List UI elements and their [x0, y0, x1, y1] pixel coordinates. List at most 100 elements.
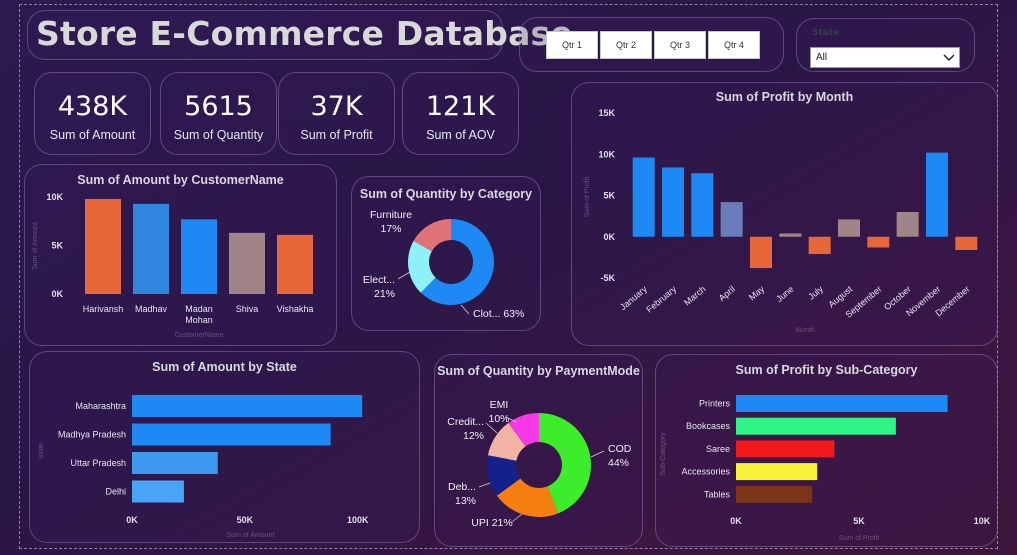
bar	[736, 440, 835, 458]
y-tick-label: 0K	[51, 289, 63, 299]
kpi-card-aov: 121K Sum of AOV	[402, 72, 519, 155]
x-tick-label: Madhav	[135, 304, 168, 314]
dashboard-title: Store E-Commerce Database	[36, 14, 573, 53]
y-axis-label: Sub-Category	[660, 432, 667, 476]
bar	[736, 417, 896, 435]
kpi-card-profit: 37K Sum of Profit	[278, 72, 395, 155]
y-tick-label: -5K	[600, 273, 615, 283]
slice-label: Furniture	[370, 209, 412, 221]
slice-label: Clot... 63%	[473, 308, 524, 320]
y-tick-label: Printers	[699, 399, 731, 409]
kpi-card-quantity: 5615 Sum of Quantity	[160, 72, 277, 155]
bar	[720, 202, 743, 237]
leader-line	[397, 271, 411, 280]
kpi-value: 121K	[425, 91, 496, 122]
kpi-value: 37K	[310, 91, 363, 122]
slice-label: Deb...	[448, 481, 476, 493]
x-tick-label: 0K	[730, 516, 742, 526]
leader-line	[590, 450, 605, 458]
x-tick-label: June	[774, 284, 795, 304]
x-tick-label: Harivansh	[83, 304, 124, 314]
kpi-label: Sum of AOV	[426, 128, 495, 142]
kpi-label: Sum of Quantity	[173, 128, 264, 142]
x-tick-label: 50K	[237, 515, 254, 525]
bar	[85, 198, 121, 294]
y-tick-label: Maharashtra	[75, 401, 126, 411]
x-tick-label: 10K	[974, 516, 991, 526]
y-tick-label: Madhya Pradesh	[58, 430, 126, 440]
bar	[736, 485, 813, 503]
y-tick-label: Bookcases	[686, 421, 731, 431]
slice-label: 21%	[374, 288, 395, 300]
qtr-1-button[interactable]: Qtr 1	[546, 31, 598, 59]
bar	[736, 463, 818, 481]
kpi-value: 5615	[184, 91, 253, 122]
bar	[181, 219, 217, 294]
kpi-label: Sum of Amount	[49, 128, 136, 142]
bar	[808, 236, 831, 255]
leader-line	[478, 482, 491, 488]
x-axis-label: Sum of Amount	[227, 532, 275, 539]
y-tick-label: 15K	[598, 108, 615, 118]
kpi-label: Sum of Profit	[300, 128, 373, 142]
slice-label: COD	[608, 443, 632, 455]
x-tick-label: Mohan	[185, 315, 213, 325]
slice-label: Elect...	[363, 274, 395, 286]
state-dropdown-value: All	[816, 52, 828, 63]
bar	[867, 236, 890, 248]
y-tick-label: Uttar Pradesh	[70, 458, 126, 468]
x-tick-label: Shiva	[236, 304, 259, 314]
y-axis-label: State	[38, 443, 45, 459]
x-tick-label: July	[806, 284, 825, 302]
x-tick-label: April	[717, 284, 737, 303]
kpi-value: 438K	[57, 91, 128, 122]
bar	[691, 173, 714, 237]
slice-label: 10%	[488, 413, 509, 425]
y-tick-label: Saree	[706, 444, 730, 454]
slice-label: EMI	[490, 399, 509, 411]
x-tick-label: February	[644, 284, 678, 315]
x-tick-label: 100K	[347, 515, 369, 525]
bar	[632, 157, 655, 237]
x-axis-label: CustomerName	[174, 332, 223, 339]
quantity-by-paymentmode-chart: COD 44% UPI 21% Deb... 13% Credit... 12% EMI 10%	[447, 399, 632, 529]
slice-label: UPI 21%	[471, 517, 512, 529]
bar	[926, 152, 948, 237]
y-axis-label: Sum of Profit	[584, 177, 591, 218]
slice-label: 17%	[380, 223, 401, 235]
x-tick-label: Vishakha	[277, 304, 314, 314]
bar	[779, 233, 802, 237]
profit-by-subcategory-chart: Printers Bookcases Saree Accessories Tables 0…	[660, 395, 991, 542]
bar	[750, 236, 772, 269]
bar	[955, 236, 978, 250]
bar	[662, 167, 684, 237]
y-tick-label: Tables	[704, 489, 731, 499]
bar	[132, 395, 363, 417]
slice-label: Credit...	[447, 416, 484, 428]
bar	[736, 395, 948, 412]
bar	[133, 203, 169, 294]
x-tick-label: Madan	[185, 304, 213, 314]
x-axis-label: Month	[795, 327, 815, 334]
slice-label: 13%	[455, 495, 476, 507]
bar	[132, 452, 218, 474]
x-tick-label: May	[747, 284, 767, 303]
bar	[132, 423, 331, 446]
qtr-3-button[interactable]: Qtr 3	[654, 31, 706, 59]
x-tick-label: 5K	[853, 516, 865, 526]
y-tick-label: 5K	[603, 191, 615, 201]
bar	[277, 234, 313, 294]
kpi-card-amount: 438K Sum of Amount	[34, 72, 151, 155]
bar	[896, 212, 919, 237]
bar	[229, 232, 265, 294]
x-tick-label: 0K	[126, 515, 138, 525]
qtr-4-button[interactable]: Qtr 4	[708, 31, 760, 59]
chevron-down-icon	[943, 54, 955, 62]
state-slicer-label: State	[812, 28, 840, 38]
qtr-2-button[interactable]: Qtr 2	[600, 31, 652, 59]
leader-line	[460, 304, 470, 315]
state-dropdown[interactable]: All	[810, 47, 960, 68]
y-tick-label: 10K	[46, 192, 63, 202]
amount-by-state-chart: Maharashtra Madhya Pradesh Uttar Pradesh De…	[38, 395, 369, 539]
x-tick-label: March	[682, 284, 708, 308]
